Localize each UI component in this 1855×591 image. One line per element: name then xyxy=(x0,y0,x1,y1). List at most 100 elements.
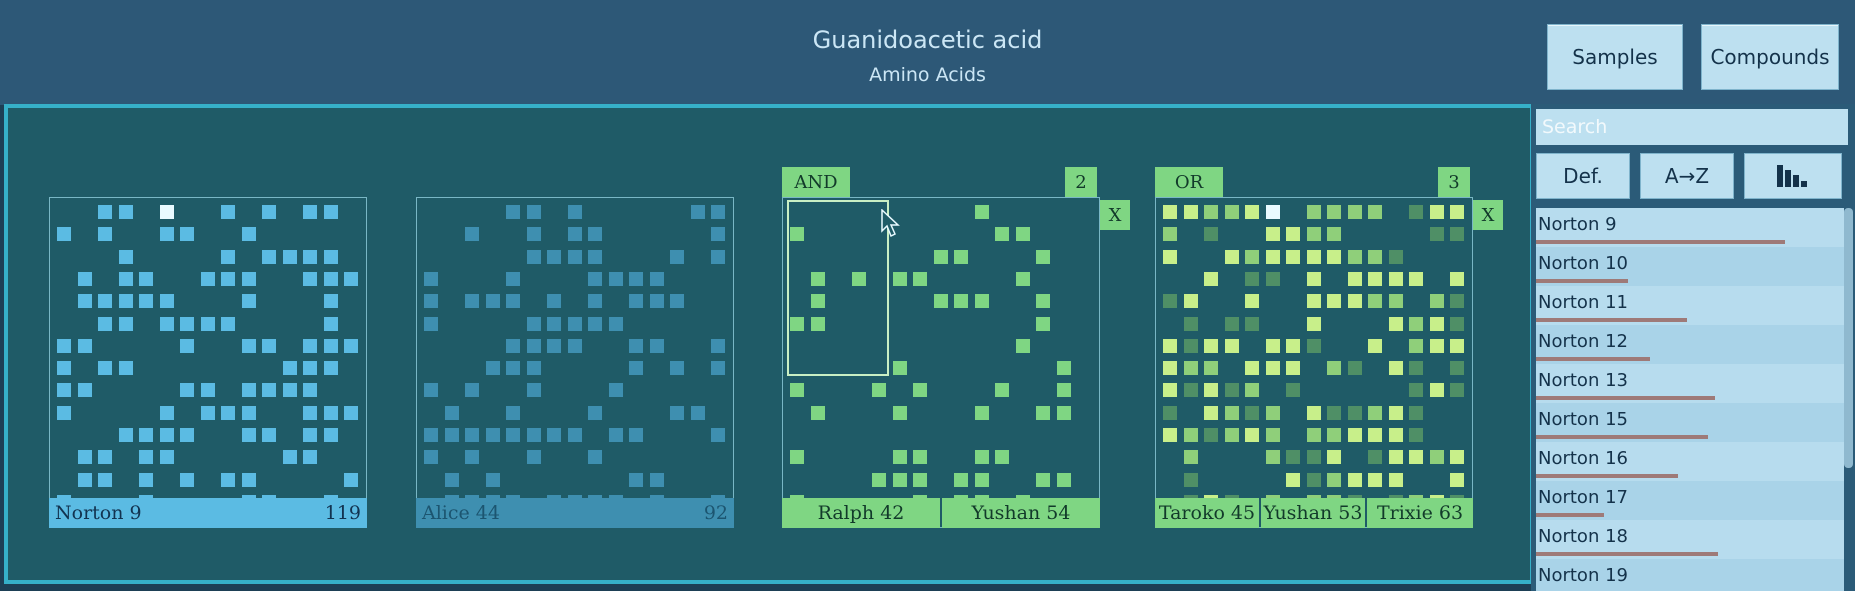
grid-cell[interactable] xyxy=(159,205,174,219)
grid-cell[interactable] xyxy=(1204,428,1218,442)
search-input[interactable] xyxy=(1536,109,1848,145)
grid-cell[interactable] xyxy=(1224,338,1239,353)
grid-cell[interactable] xyxy=(1224,316,1239,331)
grid-cell[interactable] xyxy=(506,361,520,376)
grid-cell[interactable] xyxy=(241,227,256,242)
list-item[interactable]: Norton 13 xyxy=(1536,364,1844,403)
grid-cell[interactable] xyxy=(1204,227,1218,242)
grid-cell[interactable] xyxy=(588,249,602,264)
grid-cell[interactable] xyxy=(98,361,112,376)
list-item[interactable]: Norton 11 xyxy=(1536,286,1844,325)
grid-cell[interactable] xyxy=(1015,271,1030,286)
grid-cell[interactable] xyxy=(1286,338,1300,353)
grid-cell[interactable] xyxy=(1347,405,1362,420)
grid-cell[interactable] xyxy=(526,383,541,398)
grid-cell[interactable] xyxy=(241,428,256,442)
and-operator-tag[interactable]: AND xyxy=(782,167,850,197)
grid-cell[interactable] xyxy=(1327,294,1341,309)
grid-cell[interactable] xyxy=(974,294,989,309)
grid-cell[interactable] xyxy=(303,405,317,420)
or-operator-tag[interactable]: OR xyxy=(1155,167,1223,197)
grid-cell[interactable] xyxy=(711,205,725,219)
grid-cell[interactable] xyxy=(1204,383,1218,398)
grid-cell[interactable] xyxy=(323,249,338,264)
grid-cell[interactable] xyxy=(1388,450,1403,465)
grid-cell[interactable] xyxy=(465,227,479,242)
grid-cell[interactable] xyxy=(526,205,541,219)
grid-cell[interactable] xyxy=(323,316,338,331)
grid-cell[interactable] xyxy=(892,450,907,465)
grid-cell[interactable] xyxy=(1286,450,1300,465)
grid-cell[interactable] xyxy=(485,428,500,442)
grid-cell[interactable] xyxy=(1245,249,1259,264)
grid-cell[interactable] xyxy=(282,361,297,376)
grid-cell[interactable] xyxy=(1245,271,1259,286)
grid-cell[interactable] xyxy=(1306,472,1321,487)
grid-cell[interactable] xyxy=(670,294,684,309)
grid-cell[interactable] xyxy=(1429,316,1444,331)
grid-cell[interactable] xyxy=(670,361,684,376)
grid-cell[interactable] xyxy=(649,294,664,309)
grid-cell[interactable] xyxy=(913,472,927,487)
selection-rectangle[interactable] xyxy=(787,200,889,376)
grid-cell[interactable] xyxy=(241,271,256,286)
list-item[interactable]: Norton 17 xyxy=(1536,481,1844,520)
grid-cell[interactable] xyxy=(344,338,358,353)
grid-cell[interactable] xyxy=(995,227,1009,242)
grid-cell[interactable] xyxy=(933,294,948,309)
grid-cell[interactable] xyxy=(567,205,582,219)
grid-cell[interactable] xyxy=(323,338,338,353)
grid-cell[interactable] xyxy=(180,472,194,487)
grid-cell[interactable] xyxy=(1163,405,1177,420)
grid-cell[interactable] xyxy=(1409,428,1423,442)
grid-cell[interactable] xyxy=(547,249,561,264)
or-combined-grid[interactable] xyxy=(1155,197,1473,528)
grid-cell[interactable] xyxy=(1286,383,1300,398)
grid-cell[interactable] xyxy=(1409,205,1423,219)
grid-cell[interactable] xyxy=(485,472,500,487)
grid-cell[interactable] xyxy=(1429,338,1444,353)
grid-cell[interactable] xyxy=(1286,472,1300,487)
grid-cell[interactable] xyxy=(323,405,338,420)
grid-cell[interactable] xyxy=(670,405,684,420)
grid-cell[interactable] xyxy=(1183,205,1198,219)
grid-cell[interactable] xyxy=(1163,428,1177,442)
grid-cell[interactable] xyxy=(810,405,825,420)
grid-cell[interactable] xyxy=(1450,361,1464,376)
grid-cell[interactable] xyxy=(1036,405,1050,420)
grid-cell[interactable] xyxy=(1265,428,1280,442)
grid-cell[interactable] xyxy=(444,472,459,487)
grid-cell[interactable] xyxy=(649,472,664,487)
grid-cell[interactable] xyxy=(974,405,989,420)
grid-cell[interactable] xyxy=(588,405,602,420)
grid-cell[interactable] xyxy=(159,428,174,442)
grid-cell[interactable] xyxy=(1388,361,1403,376)
grid-cell[interactable] xyxy=(1286,227,1300,242)
grid-cell[interactable] xyxy=(1327,428,1341,442)
grid-cell[interactable] xyxy=(180,338,194,353)
grid-cell[interactable] xyxy=(629,271,643,286)
grid-cell[interactable] xyxy=(485,294,500,309)
list-item[interactable]: Norton 10 xyxy=(1536,247,1844,286)
grid-cell[interactable] xyxy=(526,361,541,376)
grid-cell[interactable] xyxy=(629,428,643,442)
grid-cell[interactable] xyxy=(872,383,886,398)
grid-cell[interactable] xyxy=(241,405,256,420)
grid-cell[interactable] xyxy=(1224,205,1239,219)
sample-label-ralph-42[interactable]: Ralph 42 xyxy=(782,498,940,528)
grid-cell[interactable] xyxy=(282,383,297,398)
sample-list[interactable]: Norton 9 Norton 10 Norton 11 Norton 12 Norto… xyxy=(1536,208,1844,591)
grid-cell[interactable] xyxy=(567,316,582,331)
grid-cell[interactable] xyxy=(1306,338,1321,353)
grid-cell[interactable] xyxy=(995,450,1009,465)
grid-cell[interactable] xyxy=(118,294,133,309)
grid-cell[interactable] xyxy=(1347,294,1362,309)
grid-cell[interactable] xyxy=(649,271,664,286)
grid-cell[interactable] xyxy=(711,428,725,442)
grid-cell[interactable] xyxy=(567,428,582,442)
grid-cell[interactable] xyxy=(1429,294,1444,309)
sample-grid-alice-44[interactable] xyxy=(416,197,734,528)
grid-cell[interactable] xyxy=(1327,361,1341,376)
grid-cell[interactable] xyxy=(1450,450,1464,465)
grid-cell[interactable] xyxy=(139,472,153,487)
